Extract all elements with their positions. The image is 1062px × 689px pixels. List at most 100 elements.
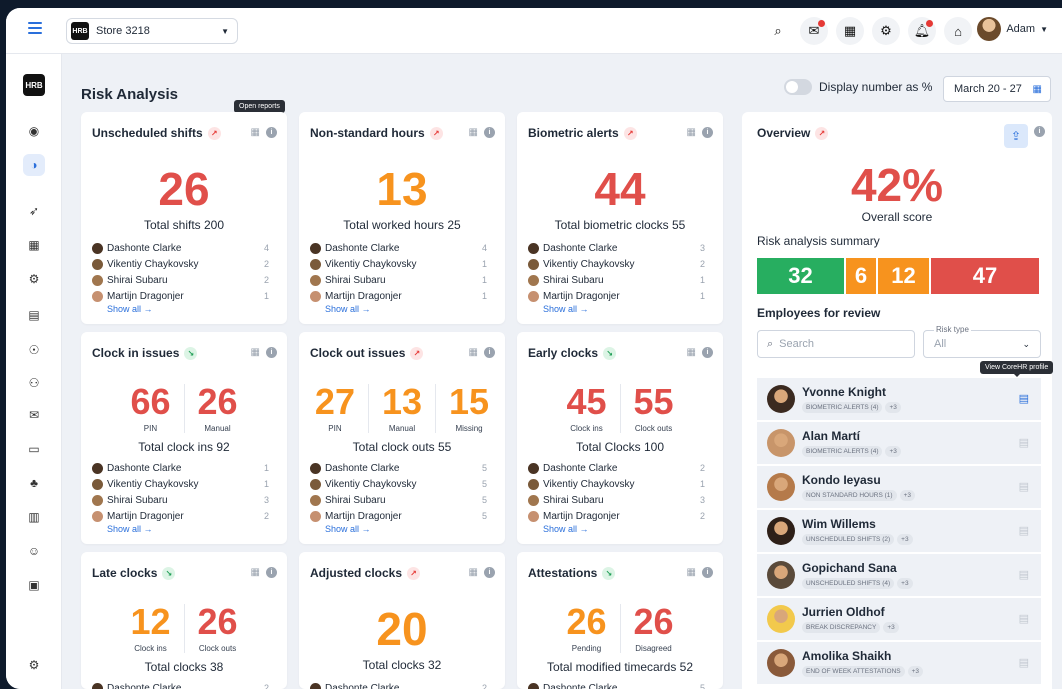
profile-card-icon[interactable]: ▤ — [1019, 436, 1029, 449]
dashboard-icon[interactable]: ◑ — [23, 154, 45, 176]
show-all-link[interactable]: Show all → — [107, 304, 269, 314]
list-item[interactable]: Shirai Subaru 5 — [310, 492, 487, 508]
review-row[interactable]: Wim Willems UNSCHEDULED SHIFTS (2) +3 ▤ — [757, 510, 1041, 552]
info-icon[interactable]: i — [484, 567, 495, 578]
info-icon[interactable]: i — [484, 347, 495, 358]
table-icon[interactable]: ▦ — [251, 347, 260, 358]
home-icon[interactable]: ⌂ — [944, 17, 972, 45]
info-icon[interactable]: i — [702, 347, 713, 358]
list-item[interactable]: Martijn Dragonjer 2 — [92, 508, 269, 524]
monitor-icon[interactable]: ▣ — [23, 574, 45, 596]
upload-icon[interactable]: ⇪ — [1004, 124, 1028, 148]
list-item[interactable]: Martijn Dragonjer 2 — [528, 508, 705, 524]
settings-icon[interactable]: ⚙ — [23, 654, 45, 676]
inbox-icon[interactable]: ✉ — [23, 404, 45, 426]
show-all-link[interactable]: Show all → — [543, 524, 705, 534]
list-item[interactable]: Dashonte Clarke 3 — [528, 240, 705, 256]
list-item[interactable]: Vikentiy Chaykovsky 1 — [310, 256, 487, 272]
table-icon[interactable]: ▦ — [251, 567, 260, 578]
list-item[interactable]: Dashonte Clarke 1 — [92, 460, 269, 476]
list-item[interactable]: Dashonte Clarke 5 — [528, 680, 705, 689]
profile-card-icon[interactable]: ▤ — [1019, 568, 1029, 581]
id-card-icon[interactable]: ▤ — [23, 304, 45, 326]
review-row[interactable]: Amolika Shaikh END OF WEEK ATTESTATIONS … — [757, 642, 1041, 684]
list-item[interactable]: Vikentiy Chaykovsky 2 — [528, 256, 705, 272]
list-item[interactable]: Dashonte Clarke 4 — [92, 240, 269, 256]
settings-icon[interactable]: ⚙ — [872, 17, 900, 45]
folder-icon[interactable]: ▭ — [23, 438, 45, 460]
review-row[interactable]: Kondo Ieyasu NON STANDARD HOURS (1) +3 ▤ — [757, 466, 1041, 508]
info-icon[interactable]: i — [1034, 126, 1045, 137]
profile-icon[interactable]: ◉ — [23, 120, 45, 142]
list-item[interactable]: Vikentiy Chaykovsky 1 — [528, 476, 705, 492]
search-input[interactable]: ⌕ Search — [757, 330, 915, 358]
fingerprint-icon[interactable]: ☉ — [23, 339, 45, 361]
list-item[interactable]: Shirai Subaru 2 — [92, 272, 269, 288]
review-row[interactable]: Jurrien Oldhof BREAK DISCREPANCY +3 ▤ — [757, 598, 1041, 640]
store-selector[interactable]: HRB Store 3218 ▼ — [66, 18, 238, 44]
bell-icon[interactable]: 🔔︎ — [908, 17, 936, 45]
gear-icon[interactable]: ⚙ — [23, 268, 45, 290]
info-icon[interactable]: i — [484, 127, 495, 138]
list-item[interactable]: Martijn Dragonjer 5 — [310, 508, 487, 524]
list-item[interactable]: Dashonte Clarke 5 — [310, 460, 487, 476]
show-all-link[interactable]: Show all → — [325, 524, 487, 534]
grid-icon[interactable]: ▦ — [23, 234, 45, 256]
info-icon[interactable]: i — [702, 567, 713, 578]
list-item[interactable]: Martijn Dragonjer 1 — [528, 288, 705, 304]
org-icon[interactable]: ♣ — [23, 472, 45, 494]
table-icon[interactable]: ▦ — [251, 127, 260, 138]
review-name: Kondo Ieyasu — [802, 473, 881, 487]
search-icon[interactable]: ⌕ — [764, 17, 792, 45]
rocket-icon[interactable]: ➶ — [23, 200, 45, 222]
inbox-icon[interactable]: ✉ — [800, 17, 828, 45]
user-edit-icon[interactable]: ☺ — [23, 540, 45, 562]
hamburger-menu-icon[interactable] — [28, 22, 42, 36]
table-icon[interactable]: ▦ — [469, 567, 478, 578]
list-item[interactable]: Shirai Subaru 3 — [92, 492, 269, 508]
list-item[interactable]: Vikentiy Chaykovsky 1 — [92, 476, 269, 492]
show-all-link[interactable]: Show all → — [543, 304, 705, 314]
profile-card-icon[interactable]: ▤ — [1019, 612, 1029, 625]
info-icon[interactable]: i — [266, 567, 277, 578]
list-item[interactable]: Dashonte Clarke 4 — [310, 240, 487, 256]
table-icon[interactable]: ▦ — [469, 347, 478, 358]
profile-card-icon[interactable]: ▤ — [1019, 392, 1029, 405]
show-all-link[interactable]: Show all → — [325, 304, 487, 314]
list-item[interactable]: Shirai Subaru 1 — [310, 272, 487, 288]
review-tags: BIOMETRIC ALERTS (4) +3 — [802, 446, 901, 457]
list-item[interactable]: Vikentiy Chaykovsky 2 — [92, 256, 269, 272]
team-icon[interactable]: ⚇ — [23, 372, 45, 394]
list-item[interactable]: Dashonte Clarke 2 — [310, 680, 487, 689]
list-item[interactable]: Martijn Dragonjer 1 — [310, 288, 487, 304]
risk-type-select[interactable]: Risk type All ⌄ — [923, 325, 1041, 358]
chart-icon[interactable]: ▥ — [23, 506, 45, 528]
list-item[interactable]: Shirai Subaru 3 — [528, 492, 705, 508]
date-range-picker[interactable]: March 20 - 27 ▦ — [943, 76, 1051, 102]
list-item[interactable]: Shirai Subaru 1 — [528, 272, 705, 288]
profile-card-icon[interactable]: ▤ — [1019, 524, 1029, 537]
info-icon[interactable]: i — [266, 347, 277, 358]
table-icon[interactable]: ▦ — [687, 347, 696, 358]
toggle-switch[interactable] — [784, 79, 812, 95]
review-row[interactable]: Alan Martí BIOMETRIC ALERTS (4) +3 ▤ — [757, 422, 1041, 464]
review-row[interactable]: Yvonne Knight BIOMETRIC ALERTS (4) +3 ▤ — [757, 378, 1041, 420]
profile-card-icon[interactable]: ▤ — [1019, 480, 1029, 493]
table-icon[interactable]: ▦ — [687, 567, 696, 578]
show-all-link[interactable]: Show all → — [107, 524, 269, 534]
list-item[interactable]: Dashonte Clarke 2 — [92, 680, 269, 689]
app-logo[interactable]: HRB — [23, 74, 45, 96]
user-menu[interactable]: Adam ▼ — [977, 17, 1048, 41]
info-icon[interactable]: i — [702, 127, 713, 138]
review-row[interactable]: Gopichand Sana UNSCHEDULED SHIFTS (4) +3… — [757, 554, 1041, 596]
list-item[interactable]: Vikentiy Chaykovsky 5 — [310, 476, 487, 492]
list-item[interactable]: Dashonte Clarke 2 — [528, 460, 705, 476]
table-icon[interactable]: ▦ — [687, 127, 696, 138]
dashboard-icon[interactable]: ▦ — [836, 17, 864, 45]
list-item[interactable]: Martijn Dragonjer 1 — [92, 288, 269, 304]
profile-card-icon[interactable]: ▤ — [1019, 656, 1029, 669]
percent-toggle[interactable]: Display number as % — [784, 79, 932, 95]
table-icon[interactable]: ▦ — [469, 127, 478, 138]
trend-up-icon: ↗ — [207, 126, 221, 140]
info-icon[interactable]: i — [266, 127, 277, 138]
